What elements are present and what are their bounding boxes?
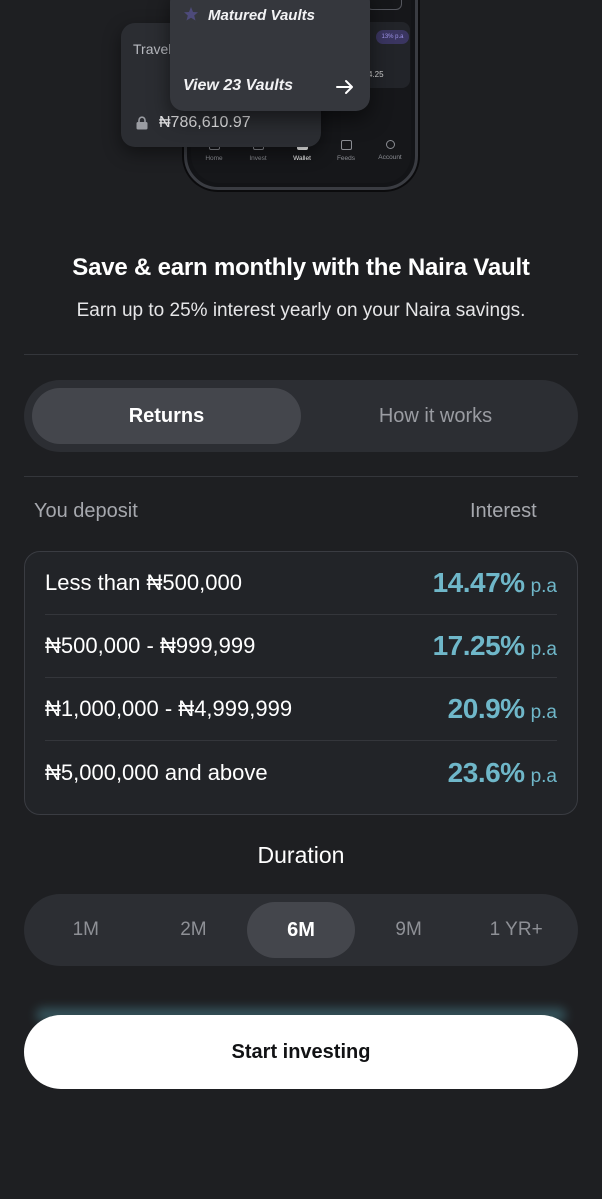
matured-vaults-card: Matured Vaults View 23 Vaults bbox=[170, 0, 370, 111]
tab-how-it-works[interactable]: How it works bbox=[301, 388, 570, 444]
interest-rate: 20.9% bbox=[447, 693, 525, 724]
table-row: ₦500,000 - ₦999,999 17.25% p.a bbox=[45, 615, 557, 678]
rate-unit: p.a bbox=[530, 702, 557, 723]
duration-option-1m[interactable]: 1M bbox=[32, 902, 140, 958]
tab-returns[interactable]: Returns bbox=[32, 388, 301, 444]
interest-rate: 23.6% bbox=[447, 756, 525, 788]
view-vaults-label: View 23 Vaults bbox=[183, 77, 293, 94]
travel-vault-amount: ₦786,610.97 bbox=[159, 114, 251, 131]
feeds-icon bbox=[340, 140, 352, 150]
phone-tab-account: Account bbox=[370, 140, 410, 161]
duration-option-1yr[interactable]: 1 YR+ bbox=[462, 902, 570, 958]
deposit-range: ₦5,000,000 and above bbox=[45, 759, 268, 785]
deposit-range: Less than ₦500,000 bbox=[45, 570, 242, 595]
star-icon bbox=[184, 7, 198, 21]
interest-rate: 14.47% bbox=[432, 567, 525, 598]
table-row: ₦5,000,000 and above 23.6% p.a bbox=[45, 741, 557, 804]
duration-selector: 1M 2M 6M 9M 1 YR+ bbox=[24, 894, 578, 966]
duration-option-6m[interactable]: 6M bbox=[247, 902, 355, 958]
divider bbox=[24, 476, 578, 477]
rate-unit: p.a bbox=[530, 639, 557, 660]
column-header-interest: Interest bbox=[470, 500, 537, 522]
page-subtitle: Earn up to 25% interest yearly on your N… bbox=[76, 300, 526, 321]
arrow-right-icon bbox=[336, 80, 353, 94]
phone-amount-snippet: 4.25 bbox=[368, 70, 384, 79]
interest-rate: 17.25% bbox=[432, 630, 525, 661]
info-tabs: Returns How it works bbox=[24, 380, 578, 452]
phone-rate-badge: 13% p.a bbox=[376, 30, 409, 44]
lock-icon bbox=[136, 116, 148, 130]
table-row: ₦1,000,000 - ₦4,999,999 20.9% p.a bbox=[45, 678, 557, 741]
page-title: Save & earn monthly with the Naira Vault bbox=[72, 254, 530, 281]
start-investing-button[interactable]: Start investing bbox=[24, 1015, 578, 1089]
duration-option-9m[interactable]: 9M bbox=[355, 902, 463, 958]
deposit-range: ₦1,000,000 - ₦4,999,999 bbox=[45, 696, 293, 721]
duration-option-2m[interactable]: 2M bbox=[140, 902, 248, 958]
divider bbox=[24, 354, 578, 355]
duration-title: Duration bbox=[257, 842, 345, 868]
phone-top-element bbox=[366, 0, 402, 10]
account-icon bbox=[385, 140, 395, 149]
deposit-range: ₦500,000 - ₦999,999 bbox=[45, 633, 256, 658]
rate-unit: p.a bbox=[530, 576, 557, 597]
column-header-deposit: You deposit bbox=[34, 500, 138, 522]
phone-tab-feeds: Feeds bbox=[326, 140, 366, 162]
table-row: Less than ₦500,000 14.47% p.a bbox=[45, 552, 557, 615]
hero-illustration: 13% p.a 4.25 Home Invest Wallet Feeds Ac… bbox=[0, 0, 602, 230]
matured-vaults-title: Matured Vaults bbox=[208, 7, 315, 24]
rate-unit: p.a bbox=[530, 765, 557, 787]
interest-rate-table: Less than ₦500,000 14.47% p.a ₦500,000 -… bbox=[24, 551, 578, 815]
